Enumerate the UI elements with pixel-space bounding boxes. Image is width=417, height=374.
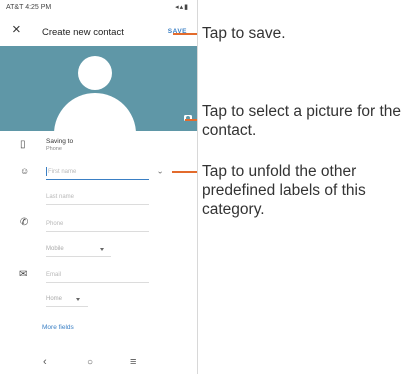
- callout-labels: Tap to unfold the other predefined label…: [202, 163, 366, 218]
- phone-label-select[interactable]: Mobile: [46, 246, 64, 252]
- first-name-underline: [46, 179, 149, 180]
- phone-device-icon: ▯: [20, 139, 26, 150]
- phone-icon: ✆: [20, 217, 29, 228]
- saving-to-value: Phone: [46, 146, 62, 152]
- close-icon[interactable]: ×: [12, 22, 21, 38]
- last-name-underline: [46, 204, 149, 205]
- navigation-bar: ‹ ○ ≡: [0, 352, 197, 374]
- first-name-field[interactable]: First name: [48, 169, 76, 175]
- callout-line-picture: [185, 119, 197, 121]
- back-icon[interactable]: ‹: [43, 356, 47, 368]
- person-icon: ☺: [20, 166, 30, 176]
- menu-icon[interactable]: ≡: [130, 356, 136, 368]
- status-bar: AT&T 4:25 PM ◂▴▮: [0, 0, 197, 16]
- email-label-underline: [46, 306, 88, 307]
- app-bar: × Create new contact SAVE: [0, 16, 197, 46]
- email-label-dropdown-icon[interactable]: [76, 298, 80, 301]
- phone-screen: AT&T 4:25 PM ◂▴▮ × Create new contact SA…: [0, 0, 198, 374]
- text-cursor: [46, 167, 47, 176]
- status-icons: ◂▴▮: [175, 4, 189, 11]
- email-underline: [46, 282, 149, 283]
- callout-line-labels: [172, 171, 197, 173]
- chevron-down-icon[interactable]: ›: [156, 171, 165, 174]
- saving-to[interactable]: Saving to Phone: [46, 138, 73, 152]
- phone-label-dropdown-icon[interactable]: [100, 248, 104, 251]
- saving-to-label: Saving to: [46, 138, 74, 145]
- callout-line-save: [173, 33, 197, 35]
- callout-picture: Tap to select a picture for the contact.: [202, 103, 402, 139]
- email-field[interactable]: Email: [46, 272, 61, 278]
- email-label-select[interactable]: Home: [46, 296, 62, 302]
- home-icon[interactable]: ○: [87, 357, 93, 368]
- callout-save: Tap to save.: [202, 25, 286, 42]
- phone-field[interactable]: Phone: [46, 221, 63, 227]
- avatar-head: [78, 56, 112, 90]
- phone-label-underline: [46, 256, 111, 257]
- last-name-field[interactable]: Last name: [46, 194, 74, 200]
- contact-photo-area[interactable]: [0, 46, 197, 137]
- phone-underline: [46, 231, 149, 232]
- more-fields-button[interactable]: More fields: [42, 324, 74, 331]
- avatar-body: [54, 93, 136, 137]
- email-icon: ✉: [19, 269, 28, 280]
- status-time: AT&T 4:25 PM: [6, 4, 52, 11]
- page-title: Create new contact: [42, 27, 124, 38]
